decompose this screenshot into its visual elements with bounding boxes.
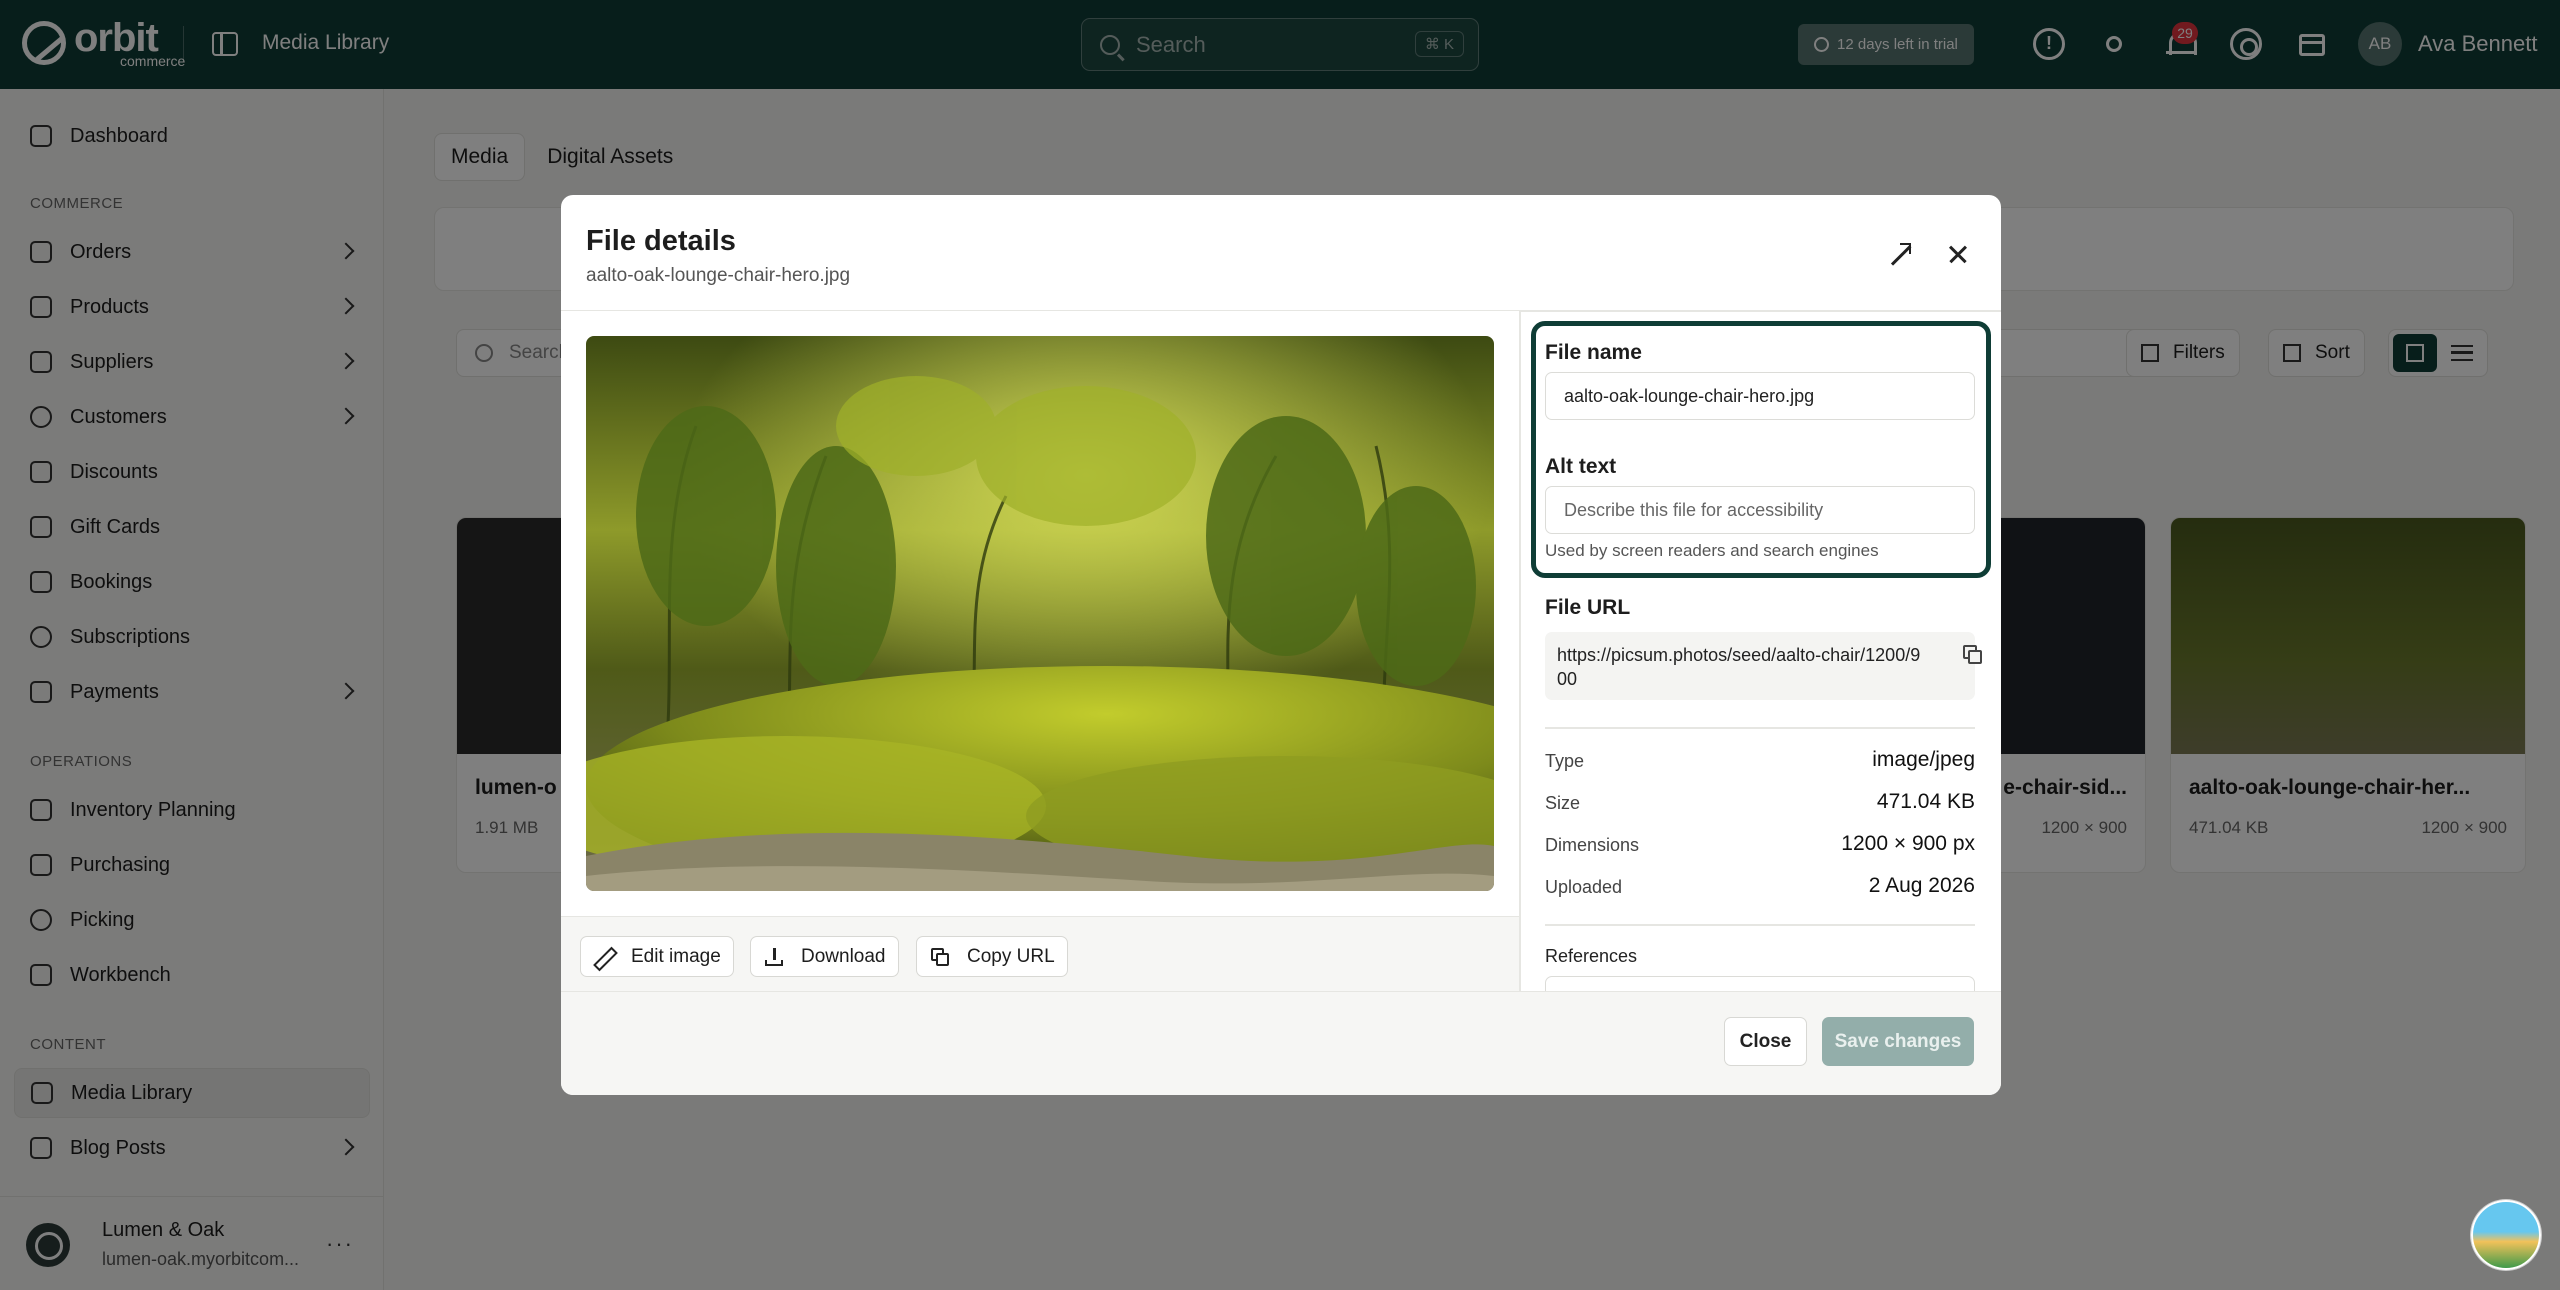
modal-title: File details (586, 225, 736, 257)
copy-icon (931, 947, 949, 966)
details-divider (1545, 924, 1975, 926)
meta-uploaded-label: Uploaded (1545, 877, 1623, 897)
file-name-label: File name (1545, 341, 1642, 364)
meta-uploaded-value: 2 Aug 2026 (1868, 874, 1975, 897)
download-icon (765, 947, 783, 966)
meta-dimensions-value: 1200 × 900 px (1841, 832, 1975, 855)
modal-footer: Close Save changes (561, 992, 2001, 1095)
meta-size-value: 471.04 KB (1876, 790, 1975, 813)
copy-url-button[interactable]: Copy URL (916, 936, 1068, 977)
assistant-launcher-icon[interactable] (2471, 1200, 2541, 1270)
meta-type-label: Type (1545, 751, 1585, 771)
meta-size-label: Size (1545, 793, 1581, 813)
save-changes-button[interactable]: Save changes (1822, 1017, 1974, 1066)
alt-text-help: Used by screen readers and search engine… (1545, 541, 1879, 560)
alt-text-label: Alt text (1545, 455, 1617, 478)
file-url-label: File URL (1545, 596, 1631, 619)
details-divider (1545, 727, 1975, 729)
references-list (1545, 976, 1975, 991)
references-label: References (1545, 946, 1638, 966)
image-preview (586, 336, 1494, 891)
meta-dimensions-label: Dimensions (1545, 835, 1640, 855)
meta-type-value: image/jpeg (1872, 748, 1975, 771)
modal-subtitle: aalto-oak-lounge-chair-hero.jpg (586, 265, 851, 286)
download-button[interactable]: Download (750, 936, 899, 977)
close-button[interactable]: Close (1724, 1017, 1807, 1066)
file-details-modal: File details aalto-oak-lounge-chair-hero… (561, 195, 2001, 1095)
details-pane: File name Alt text Used by screen reader… (1521, 311, 2001, 991)
close-icon[interactable] (1945, 240, 1973, 268)
expand-icon[interactable] (1887, 243, 1911, 267)
file-name-input[interactable] (1545, 372, 1975, 420)
pencil-icon (595, 948, 613, 966)
alt-text-input[interactable] (1545, 486, 1975, 534)
edit-image-button[interactable]: Edit image (580, 936, 734, 977)
file-url-value: https://picsum.photos/seed/aalto-chair/1… (1545, 632, 1975, 700)
copy-url-icon[interactable] (1963, 645, 1983, 665)
